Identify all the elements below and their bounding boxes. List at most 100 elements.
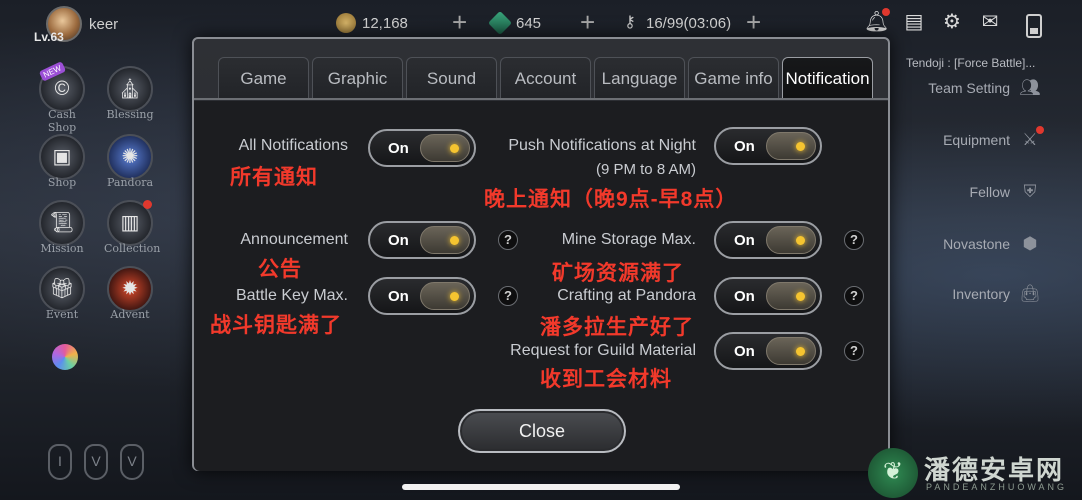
gem-icon <box>487 10 513 36</box>
bell-icon[interactable]: 🔔︎ <box>864 8 890 34</box>
help-icon[interactable]: ? <box>844 286 864 306</box>
menu-collection[interactable]: ▥ Collection <box>104 200 161 255</box>
rune-icon[interactable]: V <box>84 444 108 480</box>
push-night-hours: (9 PM to 8 AM) <box>595 161 696 178</box>
coin-icon <box>336 13 356 33</box>
menu-label: Collection <box>104 242 161 255</box>
settings-tabs: Game Graphic Sound Account Language Game… <box>218 57 873 98</box>
team-icon: 👥︎ <box>1019 78 1041 97</box>
mail-icon[interactable]: ✉ <box>978 10 1002 34</box>
battle-key-toggle[interactable]: On <box>368 277 476 315</box>
toggle-knob <box>766 282 816 310</box>
add-gem-button[interactable]: + <box>580 9 595 35</box>
battle-key-label: Battle Key Max. <box>235 287 348 304</box>
gear-icon[interactable]: ⚙ <box>940 10 964 34</box>
mine-storage-label: Mine Storage Max. <box>561 231 696 248</box>
add-coin-button[interactable]: + <box>452 9 467 35</box>
menu-shop[interactable]: ▣ Shop <box>36 134 88 189</box>
push-night-annotation: 晚上通知（晚9点-早8点） <box>484 188 738 211</box>
key-counter: ⚷ 16/99(03:06) <box>620 12 731 34</box>
toggle-knob <box>420 226 470 254</box>
announcement-toggle[interactable]: On <box>368 221 476 259</box>
tab-divider <box>194 98 888 100</box>
menu-label: Inventory <box>952 286 1010 302</box>
tab-graphic[interactable]: Graphic <box>312 57 403 98</box>
stone-icon: ⬢ <box>1022 234 1038 253</box>
menu-event[interactable]: 🎁︎ Event <box>36 266 88 321</box>
key-value: 16/99(03:06) <box>646 14 732 32</box>
toggle-state: On <box>734 138 755 155</box>
menu-label: Advent <box>110 308 150 321</box>
menu-advent[interactable]: ✹ Advent <box>104 266 156 321</box>
announcement-annotation: 公告 <box>258 258 302 281</box>
guild-material-toggle[interactable]: On <box>714 332 822 370</box>
toggle-knob <box>420 282 470 310</box>
chat-banner[interactable]: Tendoji : [Force Battle]... <box>906 56 1035 70</box>
crafting-annotation: 潘多拉生产好了 <box>540 316 694 339</box>
notification-dot <box>143 200 152 209</box>
gift-icon: 🎁︎ <box>39 266 85 312</box>
bag-icon: 👜︎ <box>1019 284 1041 303</box>
menu-label: Pandora <box>106 176 154 189</box>
menu-team-setting[interactable]: Team Setting 👥︎ <box>928 76 1042 100</box>
crafting-toggle[interactable]: On <box>714 277 822 315</box>
menu-pandora[interactable]: ✺ Pandora <box>104 134 156 189</box>
tab-notification[interactable]: Notification <box>782 57 873 98</box>
rune-icon[interactable]: V <box>120 444 144 480</box>
guild-material-annotation: 收到工会材料 <box>540 368 672 391</box>
menu-label: Blessing <box>106 108 154 121</box>
battle-key-annotation: 战斗钥匙满了 <box>210 314 342 337</box>
menu-label: Equipment <box>943 132 1010 148</box>
battery-icon <box>1026 14 1042 38</box>
helmet-icon: ⛨ <box>1023 182 1037 201</box>
chest-icon: ▣ <box>39 134 85 180</box>
help-icon[interactable]: ? <box>844 341 864 361</box>
toggle-state: On <box>734 343 755 360</box>
crafting-label: Crafting at Pandora <box>557 287 696 304</box>
pandora-icon: ✺ <box>107 134 153 180</box>
menu-mission[interactable]: 📜︎ Mission <box>36 200 88 255</box>
push-night-toggle[interactable]: On <box>714 127 822 165</box>
bottom-glyphs: I V V <box>48 444 144 480</box>
add-key-button[interactable]: + <box>746 9 761 35</box>
home-indicator[interactable] <box>402 484 680 490</box>
toggle-state: On <box>388 232 409 249</box>
menu-label: Fellow <box>969 184 1010 200</box>
tab-sound[interactable]: Sound <box>406 57 497 98</box>
settings-dialog: Game Graphic Sound Account Language Game… <box>192 37 890 471</box>
menu-label: Novastone <box>943 236 1010 252</box>
chat-icon[interactable]: ▤ <box>902 10 926 34</box>
color-orb-icon[interactable] <box>52 344 78 370</box>
player-level: Lv.63 <box>34 30 64 44</box>
tab-language[interactable]: Language <box>594 57 685 98</box>
toggle-state: On <box>734 232 755 249</box>
menu-fellow[interactable]: Fellow ⛨ <box>970 180 1042 204</box>
watermark-subtitle: PANDEANZHUOWANG <box>926 482 1068 492</box>
toggle-knob <box>766 337 816 365</box>
all-notifications-toggle[interactable]: On <box>368 129 476 167</box>
menu-inventory[interactable]: Inventory 👜︎ <box>952 282 1042 306</box>
notification-settings: All Notifications 所有通知 On Announcement 公… <box>194 101 888 471</box>
tab-account[interactable]: Account <box>500 57 591 98</box>
menu-label: Cash Shop <box>47 108 77 134</box>
guild-material-label: Request for Guild Material <box>510 342 696 359</box>
menu-blessing[interactable]: ⛪︎ Blessing <box>104 66 156 121</box>
close-button[interactable]: Close <box>458 409 626 453</box>
menu-label: Team Setting <box>928 80 1010 96</box>
rune-icon[interactable]: I <box>48 444 72 480</box>
mine-storage-toggle[interactable]: On <box>714 221 822 259</box>
push-night-label: Push Notifications at Night <box>508 137 696 154</box>
menu-novastone[interactable]: Novastone ⬢ <box>943 232 1042 256</box>
swords-icon: ⚔ <box>1018 126 1044 152</box>
help-icon[interactable]: ? <box>844 230 864 250</box>
menu-label: Event <box>45 308 79 321</box>
gem-counter: 645 <box>487 10 542 36</box>
tab-game[interactable]: Game <box>218 57 309 98</box>
announcement-label: Announcement <box>240 231 348 248</box>
coin-value: 12,168 <box>362 14 408 32</box>
menu-equipment[interactable]: Equipment ⚔ <box>943 126 1044 152</box>
tab-game-info[interactable]: Game info <box>688 57 779 98</box>
menu-cash-shop[interactable]: © NEW Cash Shop <box>36 61 88 134</box>
gem-value: 645 <box>516 14 542 32</box>
player-name: keer <box>89 16 119 33</box>
